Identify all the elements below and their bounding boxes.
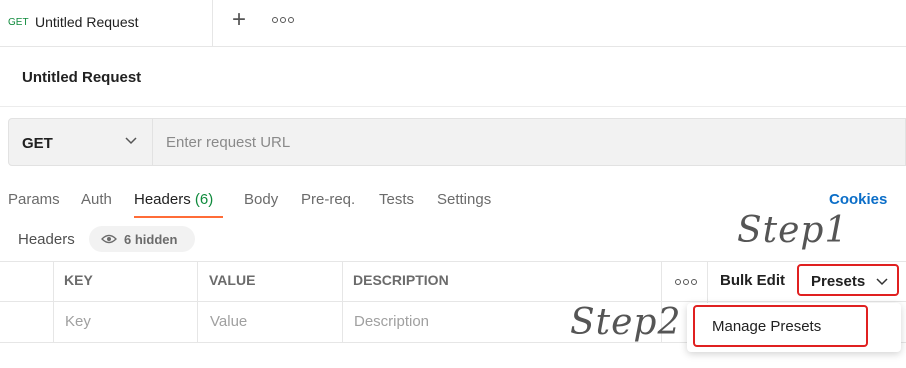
method-label: GET [22,135,53,152]
request-tab[interactable]: GET Untitled Request [0,0,213,46]
cookies-link[interactable]: Cookies [829,191,887,208]
step2-annotation: Step2 [570,302,682,343]
value-input[interactable] [210,304,335,338]
chevron-down-icon [876,278,888,286]
column-divider [342,261,343,343]
presets-dropdown-button[interactable]: Presets [797,264,899,296]
active-tab-indicator [134,216,223,218]
tab-headers-count: (6) [194,191,214,208]
step1-annotation: Step1 [737,210,849,251]
eye-icon [101,234,117,244]
column-header-description: DESCRIPTION [353,272,449,288]
column-header-key: KEY [64,272,93,288]
table-border-mid [0,301,906,302]
tab-tests[interactable]: Tests [379,191,414,208]
bulk-edit-button[interactable]: Bulk Edit [720,272,785,289]
headers-section-label: Headers [18,231,75,248]
tab-headers[interactable]: Headers (6) [134,191,213,208]
url-input[interactable] [153,119,893,165]
presets-label: Presets [811,273,866,290]
tab-bar: GET Untitled Request + [0,0,906,47]
presets-menu: Manage Presets [687,303,901,352]
manage-presets-menu-item[interactable]: Manage Presets [693,305,868,347]
manage-presets-label: Manage Presets [712,318,822,335]
tab-pre-request[interactable]: Pre-req. [301,191,355,208]
tab-headers-label: Headers [134,191,191,208]
tab-params[interactable]: Params [8,191,60,208]
url-bar: GET [8,118,906,166]
hidden-count-label: 6 hidden [124,232,178,247]
divider [0,106,906,107]
method-select[interactable]: GET [9,119,153,165]
page-title[interactable]: Untitled Request [22,69,141,86]
column-divider [197,261,198,343]
tab-method-badge: GET [8,17,29,28]
tab-title: Untitled Request [35,14,139,30]
hidden-headers-toggle[interactable]: 6 hidden [89,226,195,252]
new-tab-plus-icon[interactable]: + [228,8,250,32]
tab-more-options-icon[interactable] [272,13,294,27]
chevron-down-icon [125,137,137,145]
tab-body[interactable]: Body [244,191,278,208]
column-options-icon[interactable] [675,275,697,289]
table-border-top [0,261,906,262]
tab-auth[interactable]: Auth [81,191,112,208]
tab-settings[interactable]: Settings [437,191,491,208]
column-divider [53,261,54,343]
key-input[interactable] [65,304,190,338]
column-header-value: VALUE [209,272,256,288]
